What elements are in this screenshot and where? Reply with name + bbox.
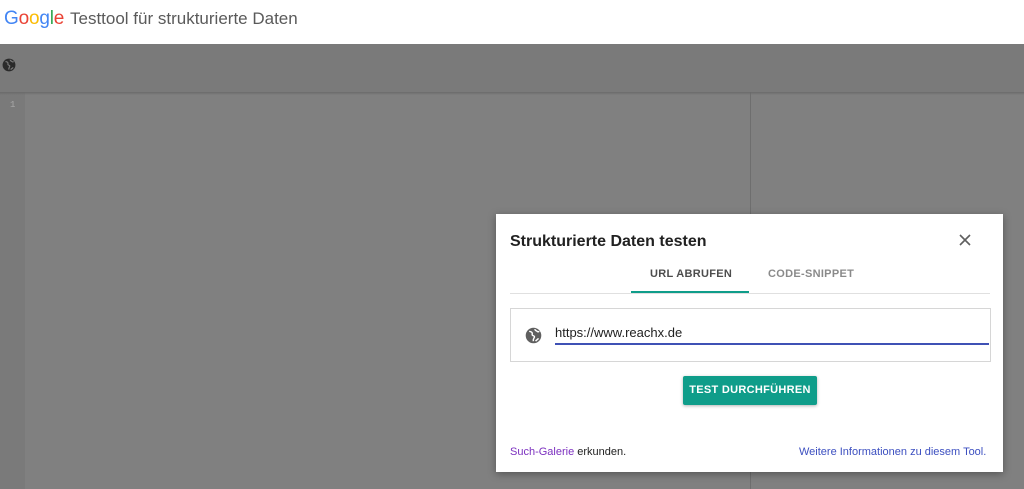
more-info-link[interactable]: Weitere Informationen zu diesem Tool. xyxy=(799,446,986,458)
url-input-panel xyxy=(510,308,991,362)
editor-gutter xyxy=(0,92,25,489)
google-logo: Google xyxy=(4,8,64,30)
tab-code-snippet[interactable]: CODE-SNIPPET xyxy=(768,268,854,280)
logo-letter: o xyxy=(28,8,40,29)
top-bar: Google Testtool für strukturierte Daten xyxy=(0,0,1024,44)
toolbar-shadow xyxy=(0,92,1024,95)
globe-icon[interactable] xyxy=(2,58,16,72)
tab-url-abrufen[interactable]: URL ABRUFEN xyxy=(650,268,732,280)
url-input[interactable] xyxy=(555,321,989,345)
logo-letter: G xyxy=(4,8,19,29)
logo-letter: g xyxy=(39,8,50,29)
run-test-button[interactable]: TEST DURCHFÜHREN xyxy=(683,376,817,405)
app-title: Testtool für strukturierte Daten xyxy=(70,9,298,28)
search-gallery-link[interactable]: Such-Galerie xyxy=(510,446,574,458)
close-icon[interactable] xyxy=(958,233,972,247)
globe-icon xyxy=(525,327,542,344)
gallery-suffix: erkunden. xyxy=(574,446,627,458)
tabs-divider xyxy=(510,293,990,294)
toolbar xyxy=(0,44,1024,92)
logo-letter: e xyxy=(53,8,65,29)
line-number: 1 xyxy=(10,100,16,110)
logo-letter: o xyxy=(18,8,30,29)
dialog-title: Strukturierte Daten testen xyxy=(510,233,707,250)
test-dialog: Strukturierte Daten testen URL ABRUFEN C… xyxy=(496,214,1003,472)
gallery-footer: Such-Galerie erkunden. xyxy=(510,446,626,458)
active-tab-indicator xyxy=(631,291,749,293)
